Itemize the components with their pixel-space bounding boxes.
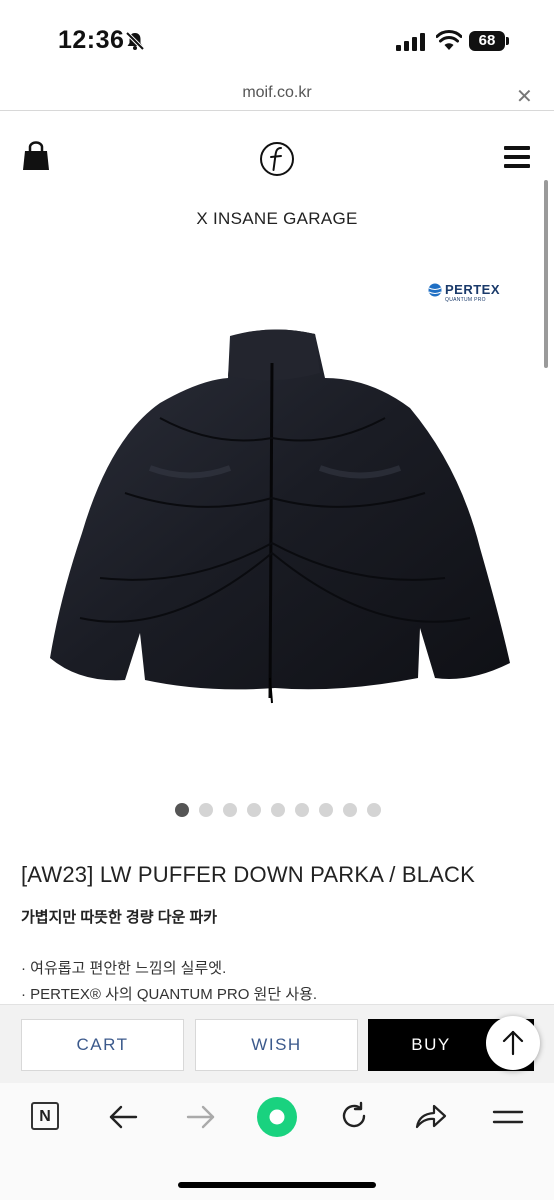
carousel-dot[interactable] (367, 803, 381, 817)
scrollbar[interactable] (544, 180, 548, 368)
carousel-dot[interactable] (247, 803, 261, 817)
description-line: · 여유롭고 편안한 느낌의 실루엣. (21, 960, 227, 977)
scroll-top-button[interactable] (486, 1016, 540, 1070)
back-arrow-icon[interactable] (108, 1103, 138, 1136)
hamburger-menu-icon[interactable] (504, 146, 530, 173)
pertex-sub: QUANTUM PRO (445, 297, 486, 303)
naver-n-button[interactable]: N (31, 1102, 59, 1130)
carousel-dot[interactable] (223, 803, 237, 817)
share-icon[interactable] (414, 1102, 448, 1135)
product-title: [AW23] LW PUFFER DOWN PARKA / BLACK (21, 862, 476, 887)
carousel-dot[interactable] (175, 803, 189, 817)
cart-button[interactable]: CART (21, 1019, 184, 1071)
bell-slash-icon (124, 30, 146, 57)
carousel-dot[interactable] (319, 803, 333, 817)
pertex-globe-icon (428, 283, 442, 296)
battery-tip (506, 37, 509, 45)
collab-title: X INSANE GARAGE (196, 209, 358, 228)
forward-arrow-icon[interactable] (186, 1103, 216, 1136)
wish-button[interactable]: WISH (195, 1019, 358, 1071)
arrow-up-icon (502, 1030, 524, 1056)
url-divider (0, 110, 554, 111)
reload-icon[interactable] (339, 1101, 369, 1136)
carousel-dot[interactable] (343, 803, 357, 817)
brand-logo[interactable] (258, 140, 296, 183)
buy-label: BUY (411, 1035, 451, 1054)
menu-icon[interactable] (492, 1107, 524, 1132)
carousel-dot[interactable] (199, 803, 213, 817)
green-home-icon[interactable] (256, 1096, 298, 1143)
status-time: 12:36 (58, 26, 125, 54)
product-image[interactable] (40, 318, 520, 713)
pertex-brand: PERTEX (445, 282, 501, 297)
home-indicator (178, 1182, 376, 1188)
carousel-dot[interactable] (295, 803, 309, 817)
shopping-bag-icon[interactable] (21, 141, 51, 176)
carousel-indicator[interactable] (175, 803, 381, 817)
url-text[interactable]: moif.co.kr (0, 84, 554, 102)
close-icon[interactable]: ✕ (516, 84, 533, 109)
product-subtitle: 가볍지만 따뜻한 경량 다운 파카 (21, 909, 218, 926)
wifi-icon (435, 30, 463, 55)
pertex-badge: PERTEX QUANTUM PRO (428, 282, 500, 303)
carousel-dot[interactable] (271, 803, 285, 817)
description-line: · PERTEX® 사의 QUANTUM PRO 원단 사용. (21, 986, 318, 1003)
signal-icon (396, 33, 426, 56)
battery-indicator: 68 (469, 31, 505, 51)
